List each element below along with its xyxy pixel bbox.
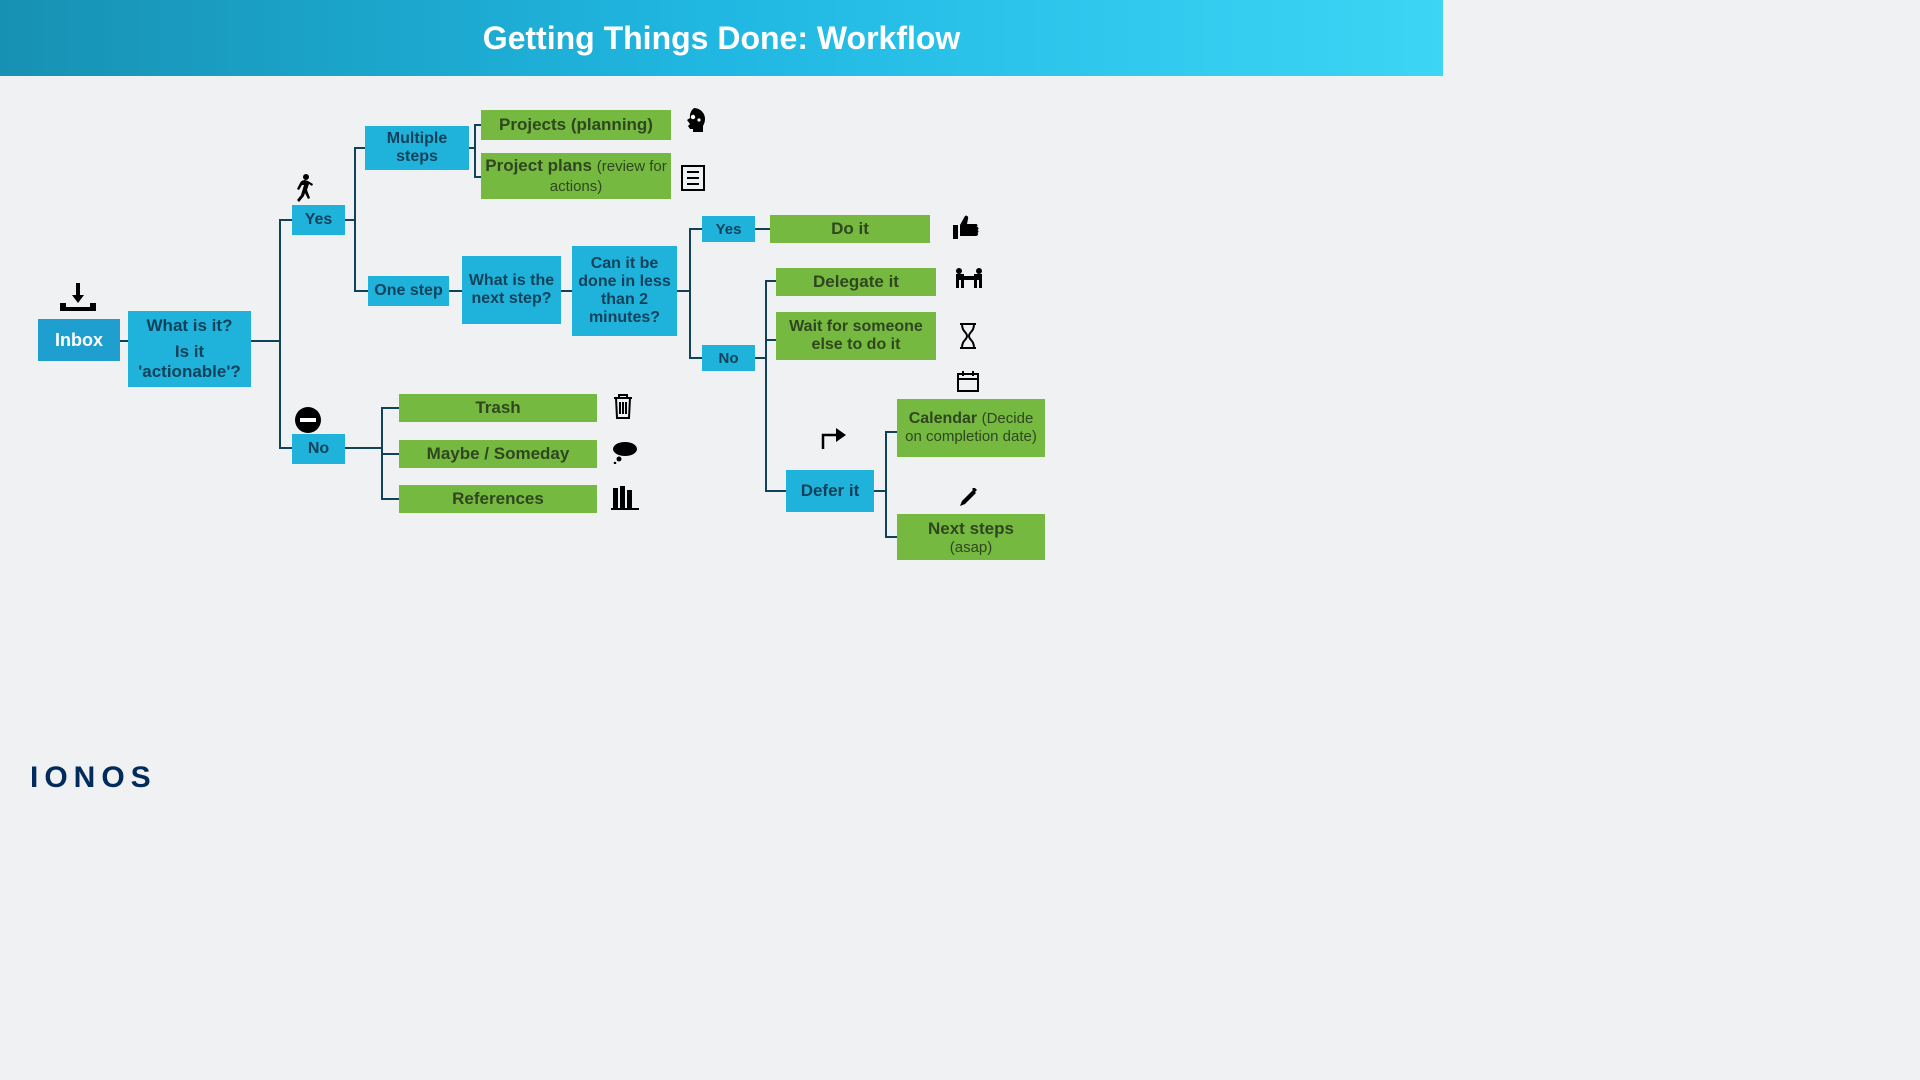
calendar-icon [956,369,980,398]
thought-cloud-icon [611,440,639,469]
what-is-it-line2: Is it 'actionable'? [132,342,247,382]
node-references: References [399,485,597,513]
share-arrow-icon [818,422,852,457]
two-min-q-label: Can it be done in less than 2 minutes? [576,255,673,327]
project-plans-label: Project plans (review for actions) [485,156,667,196]
maybe-someday-label: Maybe / Someday [427,444,570,464]
node-calendar: Calendar (Decide on completion date) [897,399,1045,457]
pencil-icon [958,488,978,513]
node-project-plans: Project plans (review for actions) [481,153,671,199]
what-is-it-line1: What is it? [147,316,233,336]
node-do-it: Do it [770,215,930,243]
defer-it-label: Defer it [801,481,860,501]
node-next-steps: Next steps (asap) [897,514,1045,560]
inbox-tray-icon [58,283,98,322]
node-trash: Trash [399,394,597,422]
wait-someone-label: Wait for someone else to do it [780,318,932,354]
meeting-icon [952,266,986,297]
node-no-2min: No [702,345,755,371]
ionos-logo: IONOS [30,761,157,795]
diagram-canvas: Inbox What is it? Is it 'actionable'? Ye… [0,76,1443,813]
node-maybe-someday: Maybe / Someday [399,440,597,468]
node-inbox-label: Inbox [55,330,103,351]
trash-icon [611,392,635,425]
node-next-step-q: What is the next step? [462,256,561,324]
delegate-it-label: Delegate it [813,272,899,292]
node-inbox: Inbox [38,319,120,361]
walking-person-icon [294,173,316,208]
trash-label: Trash [475,398,520,418]
page-title: Getting Things Done: Workflow [483,20,961,57]
one-step-label: One step [374,282,442,300]
node-what-is-it: What is it? Is it 'actionable'? [128,311,251,387]
yes-2min-label: Yes [716,221,742,238]
node-one-step: One step [368,276,449,306]
node-projects-planning: Projects (planning) [481,110,671,140]
multiple-steps-label: Multiple steps [369,130,465,166]
node-delegate-it: Delegate it [776,268,936,296]
node-wait-someone: Wait for someone else to do it [776,312,936,360]
projects-planning-label: Projects (planning) [499,115,653,135]
yes-actionable-label: Yes [305,211,333,229]
next-steps-sub: (asap) [950,539,993,556]
node-defer-it: Defer it [786,470,874,512]
node-yes-actionable: Yes [292,205,345,235]
next-steps-main: Next steps [928,519,1014,539]
calendar-label: Calendar (Decide on completion date) [901,410,1041,446]
references-label: References [452,489,544,509]
books-icon [611,484,639,515]
head-gears-icon [680,106,710,145]
checklist-icon [680,164,706,197]
node-two-min-q: Can it be done in less than 2 minutes? [572,246,677,336]
no-2min-label: No [719,350,739,367]
next-step-q-label: What is the next step? [466,272,557,308]
thumbs-up-icon [952,215,980,246]
connector-lines [0,76,1443,816]
header-banner: Getting Things Done: Workflow [0,0,1443,76]
node-no-actionable: No [292,434,345,464]
node-multiple-steps: Multiple steps [365,126,469,170]
node-yes-2min: Yes [702,216,755,242]
do-it-label: Do it [831,219,869,239]
hourglass-icon [958,322,978,355]
no-actionable-label: No [308,440,329,458]
